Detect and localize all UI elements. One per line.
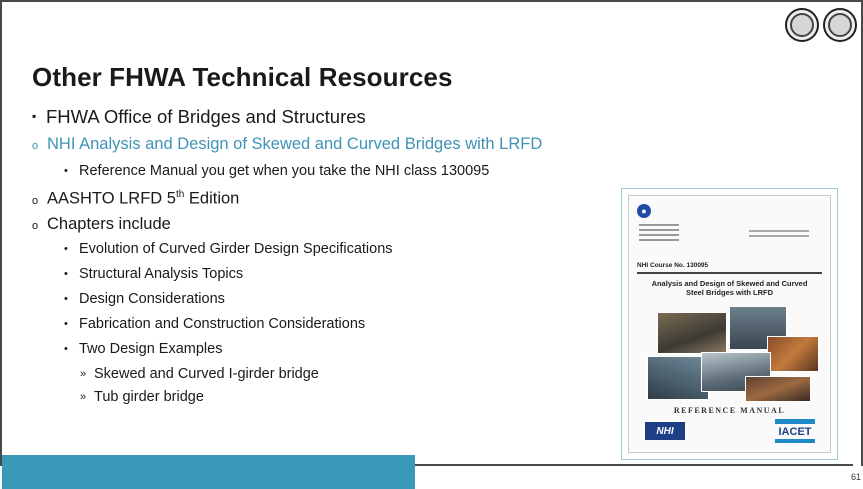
slide-title: Other FHWA Technical Resources xyxy=(32,62,453,92)
circle-bullet-icon: o xyxy=(32,220,39,232)
chapter-item: • Design Considerations xyxy=(64,291,225,307)
bridge-photo xyxy=(767,336,819,372)
frame-top-border xyxy=(0,0,863,2)
iacet-logo-band xyxy=(775,419,815,424)
bullet-level2: o AASHTO LRFD 5th Edition xyxy=(32,189,239,209)
bullet-text: Edition xyxy=(184,189,240,208)
chevron-bullet-icon: » xyxy=(80,368,87,380)
cover-publication-lines xyxy=(749,230,809,240)
footer-accent-bar xyxy=(2,455,415,489)
iacet-logo: IACET xyxy=(778,426,812,438)
bridge-photo xyxy=(745,376,811,402)
bullet-level2: o Chapters include xyxy=(32,215,171,234)
bullet-level3: • Reference Manual you get when you take … xyxy=(64,163,489,179)
example-text: Skewed and Curved I-girder bridge xyxy=(94,366,319,382)
cover-rule xyxy=(637,272,822,274)
dot-logo-icon: ● xyxy=(637,204,651,218)
header-logos xyxy=(785,8,857,42)
chapter-item: • Fabrication and Construction Considerat… xyxy=(64,316,365,332)
dot-bullet-icon: • xyxy=(64,243,68,255)
cover-course-number: NHI Course No. 130095 xyxy=(637,262,709,269)
cover-photo-collage xyxy=(647,306,819,416)
cover-title: Analysis and Design of Skewed and Curved… xyxy=(635,279,824,298)
example-text: Tub girder bridge xyxy=(94,389,204,405)
example-item: » Skewed and Curved I-girder bridge xyxy=(80,366,319,382)
bullet-text: FHWA Office of Bridges and Structures xyxy=(46,106,366,127)
dot-bullet-icon: • xyxy=(64,343,68,355)
dot-bullet-icon: • xyxy=(64,165,68,177)
slide: Other FHWA Technical Resources ▪ FHWA Off… xyxy=(0,0,863,489)
bridge-photo xyxy=(647,356,709,400)
chapter-text: Structural Analysis Topics xyxy=(79,266,244,282)
bullet-text: Reference Manual you get when you take t… xyxy=(79,163,490,179)
frame-left-border xyxy=(0,0,2,466)
chevron-bullet-icon: » xyxy=(80,391,87,403)
cover-title-line: Analysis and Design of Skewed and Curved xyxy=(651,279,808,288)
bridge-photo xyxy=(657,312,727,354)
chapter-text: Evolution of Curved Girder Design Specif… xyxy=(79,241,393,257)
chapter-text: Two Design Examples xyxy=(79,341,223,357)
dot-bullet-icon: • xyxy=(64,268,68,280)
dot-bullet-icon: • xyxy=(64,318,68,330)
chapter-item: • Two Design Examples xyxy=(64,341,222,357)
square-bullet-icon: ▪ xyxy=(32,109,37,123)
bullet-level1: ▪ FHWA Office of Bridges and Structures xyxy=(32,106,366,128)
cover-reference-manual: REFERENCE MANUAL xyxy=(673,406,786,415)
chapter-text: Design Considerations xyxy=(79,291,225,307)
nhi-logo: NHI xyxy=(645,422,685,440)
bullet-level2-link[interactable]: o NHI Analysis and Design of Skewed and C… xyxy=(32,135,542,154)
cover-agency-lines xyxy=(639,224,679,244)
manual-cover-image: ● NHI Course No. 130095 Analysis and Des… xyxy=(621,188,838,460)
example-item: » Tub girder bridge xyxy=(80,389,204,405)
dot-bullet-icon: • xyxy=(64,293,68,305)
chapter-text: Fabrication and Construction Considerati… xyxy=(79,316,366,332)
bullet-text: Chapters include xyxy=(47,215,171,233)
nhi-link[interactable]: NHI Analysis and Design of Skewed and Cu… xyxy=(47,135,542,153)
circle-bullet-icon: o xyxy=(32,140,39,152)
nsba-seal-icon xyxy=(823,8,857,42)
bullet-text: AASHTO LRFD 5 xyxy=(47,189,176,208)
cover-page: ● NHI Course No. 130095 Analysis and Des… xyxy=(628,195,831,453)
cover-title-line: Steel Bridges with LRFD xyxy=(685,288,774,298)
aisc-seal-icon xyxy=(785,8,819,42)
iacet-logo-band xyxy=(775,439,815,443)
page-number: 61 xyxy=(850,472,861,482)
chapter-item: • Structural Analysis Topics xyxy=(64,266,243,282)
circle-bullet-icon: o xyxy=(32,194,39,207)
chapter-item: • Evolution of Curved Girder Design Speci… xyxy=(64,241,393,257)
